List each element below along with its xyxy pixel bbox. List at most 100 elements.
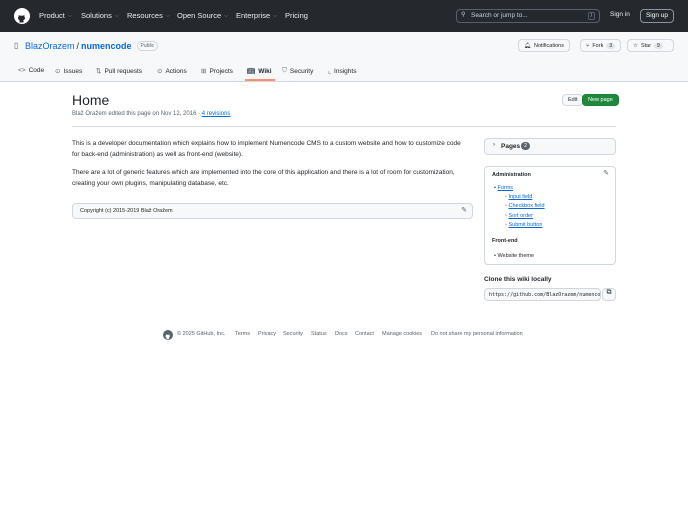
- pencil-icon[interactable]: ✎: [603, 169, 609, 177]
- fork-icon: ⑂: [586, 42, 590, 49]
- active-tab-indicator: [245, 79, 275, 81]
- fork-label: Fork: [592, 42, 604, 49]
- chevron-down-icon: ⌵: [114, 12, 119, 19]
- tab-label: Actions: [165, 67, 187, 75]
- tab-label: Security: [289, 67, 314, 75]
- sidebar-heading: Administration: [492, 172, 531, 178]
- book-icon: 📖︎: [247, 68, 256, 75]
- input-field-link[interactable]: Input field: [508, 194, 532, 200]
- table-icon: ⊞: [201, 68, 207, 75]
- list-item: • Website theme: [494, 253, 535, 259]
- footer-link-contact[interactable]: Contact: [355, 331, 374, 337]
- chevron-down-icon: ⌵: [165, 12, 170, 19]
- chevron-down-icon: ⌵: [67, 12, 72, 19]
- notifications-button[interactable]: 🔔︎ Notifications: [518, 39, 570, 52]
- star-label: Star: [640, 42, 652, 49]
- sign-up-button[interactable]: Sign up: [640, 9, 674, 23]
- edit-button[interactable]: Edit: [562, 94, 584, 106]
- tab-label: Wiki: [258, 67, 272, 75]
- page-title: Home: [72, 92, 110, 108]
- fork-count: 3: [606, 42, 616, 49]
- revisions-link[interactable]: 4 revisions: [202, 111, 231, 117]
- tab-issues[interactable]: ⊙ Issues: [55, 67, 82, 76]
- github-footer-logo-icon[interactable]: [163, 330, 173, 340]
- search-icon: ⚲: [461, 12, 466, 18]
- tab-insights[interactable]: ⌞ Insights: [328, 67, 357, 76]
- play-icon: ⊙: [157, 68, 163, 75]
- nav-label: Enterprise: [236, 11, 271, 20]
- repo-icon: ▯: [14, 41, 19, 50]
- nav-solutions[interactable]: Solutions ⌵: [81, 11, 119, 20]
- wiki-footer: Copyright (c) 2015-2019 Blaž Oražem ✎: [72, 203, 473, 219]
- star-icon: ☆: [633, 42, 638, 49]
- pages-label: Pages: [501, 143, 521, 150]
- tab-security[interactable]: ⛉ Security: [282, 67, 313, 75]
- separator: /: [76, 41, 80, 51]
- pages-count: 2: [521, 142, 531, 150]
- chevron-right-icon: ›: [493, 142, 495, 148]
- nav-label: Product: [39, 11, 65, 20]
- footer-link-privacy[interactable]: Privacy: [258, 331, 276, 337]
- star-count: 9: [654, 42, 663, 49]
- nav-label: Pricing: [285, 11, 308, 20]
- footer-link-status[interactable]: Status: [311, 331, 327, 337]
- pages-toggle[interactable]: › Pages 2: [484, 138, 616, 155]
- list-item: ◦ Input field: [505, 194, 533, 200]
- issue-icon: ⊙: [55, 68, 61, 75]
- list-item: ◦ Checkbox field: [505, 203, 545, 210]
- nav-product[interactable]: Product ⌵: [39, 11, 72, 20]
- tab-pull-requests[interactable]: ⇅ Pull requests: [96, 67, 142, 76]
- github-logo-icon[interactable]: [14, 8, 30, 24]
- chevron-down-icon: ⌵: [273, 12, 277, 19]
- website-theme-text: Website theme: [497, 253, 535, 259]
- paragraph: There are a lot of generic features whic…: [72, 169, 455, 187]
- nav-enterprise[interactable]: Enterprise ⌵: [236, 11, 277, 20]
- nav-label: Open Source: [177, 11, 222, 20]
- fork-button[interactable]: ⑂ Fork 3: [580, 39, 622, 52]
- repo-owner-link[interactable]: BlazOrazem: [25, 41, 75, 51]
- clone-title: Clone this wiki locally: [484, 276, 552, 283]
- search-placeholder: Search or jump to...: [471, 12, 528, 19]
- new-page-button[interactable]: New page: [582, 94, 619, 106]
- chevron-down-icon: ⌵: [224, 12, 228, 19]
- tab-projects[interactable]: ⊞ Projects: [201, 67, 233, 76]
- footer-link-docs[interactable]: Docs: [335, 331, 348, 337]
- edit-info: Blaž Oražem edited this page on Nov 12, …: [72, 111, 201, 117]
- tab-label: Projects: [209, 67, 233, 75]
- footer-copyright: © 2025 GitHub, Inc.: [177, 331, 226, 337]
- footer-link-do-not-share[interactable]: Do not share my personal information: [431, 331, 523, 337]
- nav-label: Solutions: [81, 11, 112, 20]
- page-meta: Blaž Oražem edited this page on Nov 12, …: [72, 111, 230, 117]
- submit-button-link[interactable]: Submit button: [508, 222, 542, 228]
- tab-wiki[interactable]: 📖︎ Wiki: [247, 67, 272, 76]
- pull-request-icon: ⇅: [96, 68, 102, 75]
- checkbox-field-link[interactable]: Checkbox field: [508, 203, 544, 209]
- sort-order-link[interactable]: Sort order: [508, 213, 532, 219]
- footer-link-manage-cookies[interactable]: Manage cookies: [382, 331, 422, 337]
- visibility-badge: Public: [136, 41, 159, 51]
- copy-icon[interactable]: ⧉: [602, 288, 616, 301]
- repo-name-link[interactable]: numencode: [81, 41, 132, 51]
- tab-label: Insights: [334, 67, 357, 75]
- pencil-icon[interactable]: ✎: [461, 206, 467, 214]
- nav-resources[interactable]: Resources ⌵: [127, 11, 170, 20]
- graph-icon: ⌞: [328, 68, 332, 75]
- tab-code[interactable]: <> Code: [18, 67, 44, 74]
- clone-url-input[interactable]: https://github.com/BlazOrazem/numencode.…: [484, 288, 601, 301]
- bell-icon: 🔔︎: [524, 42, 531, 49]
- notifications-label: Notifications: [533, 42, 564, 49]
- global-header: Product ⌵ Solutions ⌵ Resources ⌵ Open Sour…: [0, 0, 688, 32]
- search-input[interactable]: ⚲ Search or jump to... /: [456, 9, 600, 23]
- forms-link[interactable]: Forms: [497, 185, 513, 191]
- list-item: ◦ Submit button: [505, 221, 543, 228]
- nav-open-source[interactable]: Open Source ⌵: [177, 11, 228, 20]
- footer-link-terms[interactable]: Terms: [235, 331, 250, 337]
- slash-key-hint: /: [587, 12, 595, 20]
- sign-in-link[interactable]: Sign in: [610, 11, 630, 18]
- nav-pricing[interactable]: Pricing: [285, 11, 308, 20]
- nav-label: Resources: [127, 11, 163, 20]
- footer-link-security[interactable]: Security: [283, 331, 303, 337]
- shield-icon: ⛉: [282, 67, 287, 74]
- star-button[interactable]: ☆ Star 9: [627, 39, 674, 52]
- tab-actions[interactable]: ⊙ Actions: [157, 67, 187, 76]
